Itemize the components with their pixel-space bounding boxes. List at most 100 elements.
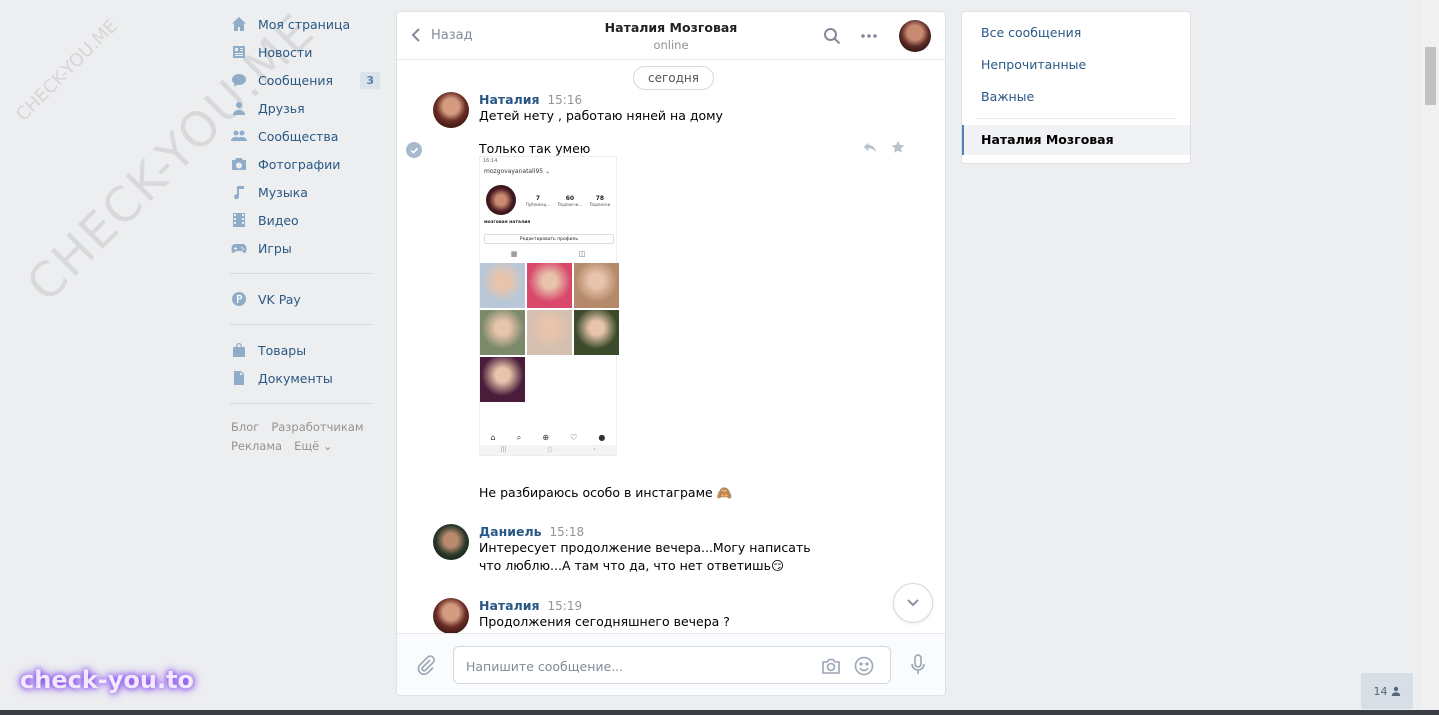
nav-item-games[interactable]: Игры (228, 234, 380, 262)
android-nav-bar: ||| ○ ‹ (480, 445, 616, 455)
filter-all-messages[interactable]: Все сообщения (962, 22, 1190, 54)
nav-label: Друзья (258, 100, 305, 116)
photo-grid (480, 263, 619, 403)
paperclip-icon[interactable] (415, 654, 437, 676)
filter-unread[interactable]: Непрочитанные (962, 54, 1190, 86)
vkpay-icon (230, 291, 248, 307)
message-author[interactable]: Наталия (479, 598, 540, 613)
screenshot-attachment[interactable]: 16:14 mozgovayanatali95 ⌄ 7 Публикац... 6… (479, 156, 619, 456)
message-item[interactable]: Не разбираюсь особо в инстаграме 🙈 (479, 484, 915, 502)
footer-link-ads[interactable]: Реклама (231, 439, 282, 453)
nav-item-friends[interactable]: Друзья (228, 94, 380, 122)
instagram-profile-photo (486, 185, 516, 215)
footer-link-blog[interactable]: Блог (231, 420, 259, 434)
message-author[interactable]: Даниель (479, 524, 542, 539)
filter-divider (977, 118, 1175, 119)
message-group: Наталия 15:16 Детей нету , работаю няней … (433, 92, 915, 128)
grid-icon: ▦ (510, 250, 518, 258)
chat-panel: Назад Наталия Мозговая online сегодня На… (396, 11, 946, 696)
nav-divider (230, 273, 373, 274)
posts-count: 7 (535, 195, 541, 202)
message-input-box (453, 646, 891, 684)
instagram-stats: 7 Публикац... 60 Подписчи... 78 Подписки (522, 195, 614, 207)
microphone-icon[interactable] (907, 653, 929, 675)
nav-label: Видео (258, 212, 299, 228)
nav-label: Сообщения (258, 72, 334, 88)
instagram-bottom-bar: ⌂ ⌕ ⊕ ♡ ● (480, 433, 616, 443)
page-scrollbar[interactable] (1422, 0, 1439, 715)
camera-icon (230, 156, 248, 172)
filter-active-conversation[interactable]: Наталия Мозговая (962, 125, 1190, 155)
nav-item-video[interactable]: Видео (228, 206, 380, 234)
document-icon (230, 370, 248, 386)
photo-tile (480, 263, 525, 308)
search-icon[interactable] (822, 26, 842, 46)
nav-item-messages[interactable]: Сообщения 3 (228, 66, 380, 94)
avatar[interactable] (433, 524, 469, 560)
message-group: Даниель 15:18 Интересует продолжение вече… (433, 524, 915, 575)
nav-item-music[interactable]: Музыка (228, 178, 380, 206)
message-input[interactable] (466, 656, 806, 676)
gamepad-icon (230, 240, 248, 256)
chat-header: Назад Наталия Мозговая online (397, 12, 945, 60)
nav-label: Документы (258, 370, 333, 386)
photo-tile (574, 263, 619, 308)
star-icon[interactable] (891, 140, 905, 157)
add-post-icon: ⊕ (542, 433, 550, 442)
followers-count: 60 (565, 195, 575, 202)
message-time[interactable]: 15:19 (548, 599, 583, 613)
message-actions (863, 140, 905, 157)
nav-label: Моя страница (258, 16, 351, 32)
reply-icon[interactable] (863, 140, 877, 157)
following-count: 78 (595, 195, 605, 202)
photo-tile (574, 310, 619, 355)
message-composer (397, 633, 945, 695)
news-icon (230, 44, 248, 60)
emoji-icon[interactable] (853, 655, 875, 677)
footer-link-more[interactable]: Ещё ⌄ (294, 439, 332, 453)
date-divider: сегодня (633, 66, 714, 90)
nav-item-my-page[interactable]: Моя страница (228, 10, 380, 38)
search-icon: ⌕ (516, 433, 522, 442)
following-label: Подписки (589, 202, 611, 207)
nav-divider (230, 403, 373, 404)
left-nav: Моя страница Новости Сообщения 3 Друзья … (228, 10, 380, 456)
camera-icon[interactable] (820, 655, 842, 677)
footer-link-developers[interactable]: Разработчикам (271, 420, 363, 434)
nav-item-communities[interactable]: Сообщества (228, 122, 380, 150)
scrollbar-thumb[interactable] (1425, 47, 1436, 105)
message-time[interactable]: 15:16 (548, 93, 583, 107)
nav-item-goods[interactable]: Товары (228, 336, 380, 364)
message-text: Продолжения сегодняшнего вечера ? (479, 614, 730, 629)
message-text: Детей нету , работаю няней на дому (479, 108, 723, 123)
instagram-tabs: ▦ ◫ (480, 250, 616, 260)
avatar[interactable] (433, 92, 469, 128)
more-icon[interactable] (859, 26, 879, 46)
messages-icon (230, 72, 248, 88)
avatar[interactable] (433, 598, 469, 633)
message-author[interactable]: Наталия (479, 92, 540, 107)
nav-item-photos[interactable]: Фотографии (228, 150, 380, 178)
scroll-down-button[interactable] (893, 583, 933, 623)
nav-item-news[interactable]: Новости (228, 38, 380, 66)
online-friends-button[interactable]: 14 (1361, 673, 1413, 709)
photo-tile (480, 357, 525, 402)
nav-label: Новости (258, 44, 313, 60)
chevron-down-icon (907, 599, 919, 607)
peer-avatar[interactable] (899, 20, 931, 52)
photo-tile (527, 310, 572, 355)
nav-label: Игры (258, 240, 292, 256)
communities-icon (230, 128, 248, 144)
home-icon: ⌂ (490, 433, 496, 442)
photo-tile (527, 263, 572, 308)
message-time[interactable]: 15:18 (550, 525, 585, 539)
check-icon[interactable] (406, 142, 422, 158)
message-group: Наталия 15:19 Продолжения сегодняшнего ве… (433, 598, 915, 633)
message-history[interactable]: сегодня Наталия 15:16 Детей нету , работа… (397, 60, 945, 633)
nav-item-documents[interactable]: Документы (228, 364, 380, 392)
recent-apps-icon: ||| (500, 446, 507, 453)
filter-important[interactable]: Важные (962, 86, 1190, 118)
watermark-brand: check-you.to (20, 666, 195, 694)
nav-item-vkpay[interactable]: VK Pay (228, 285, 380, 313)
posts-label: Публикац... (525, 202, 551, 207)
